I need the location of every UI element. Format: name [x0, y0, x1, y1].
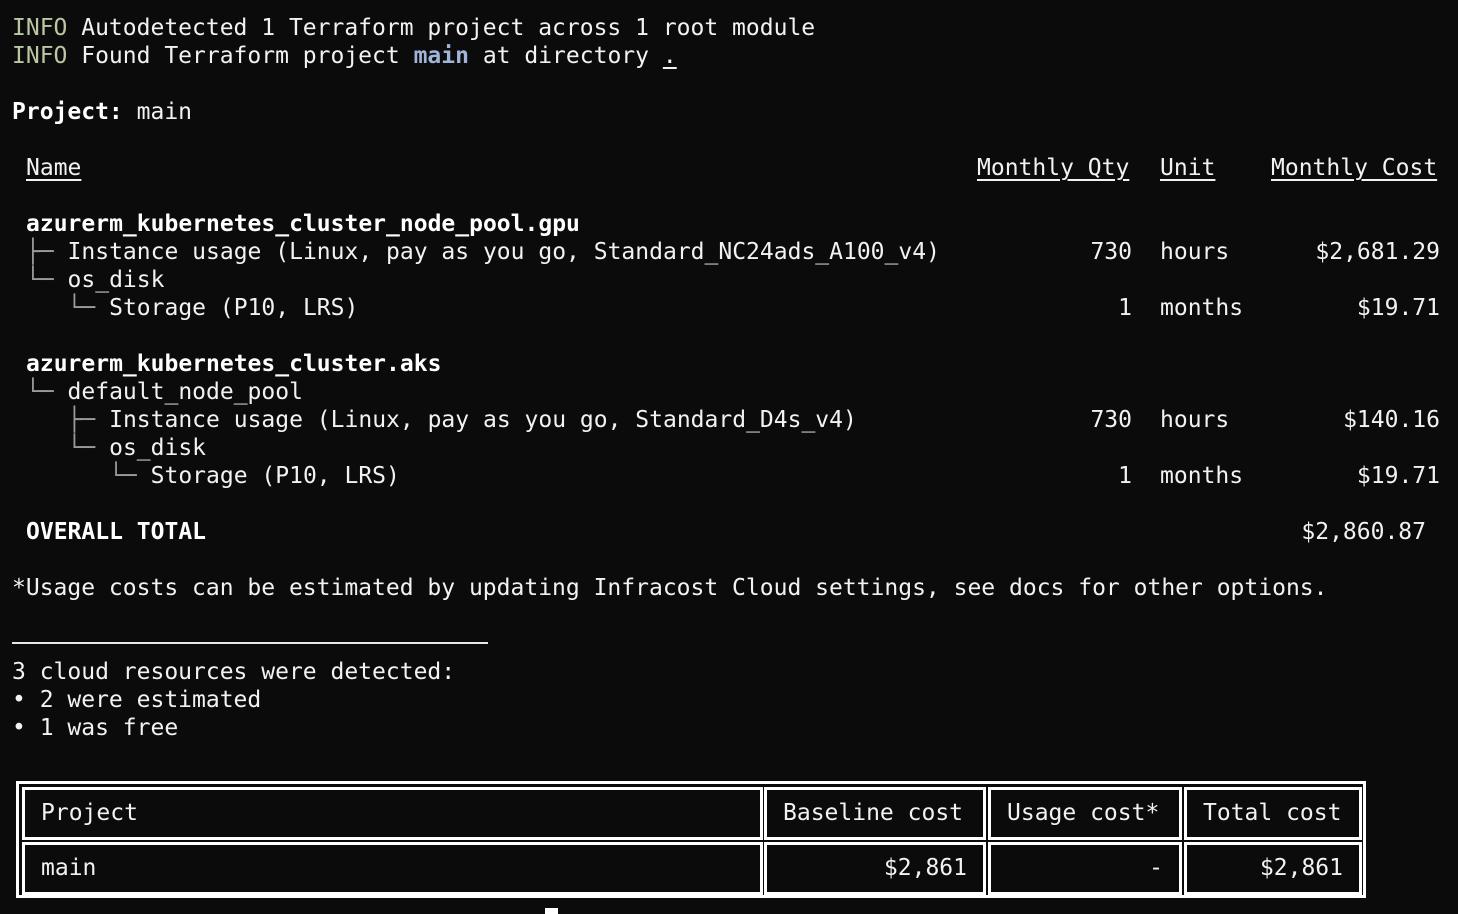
project-value: main	[122, 99, 193, 125]
summary-headline: 3 cloud resources were detected:	[12, 659, 456, 685]
row-label: default_node_pool	[67, 379, 303, 405]
row-unit: hours	[1160, 407, 1230, 433]
row-cost: $19.71	[1356, 295, 1440, 321]
log-message: Found Terraform project	[67, 43, 414, 69]
log-message: at directory	[468, 43, 663, 69]
log-line-found-project: INFO Found Terraform project main at dir…	[12, 42, 677, 70]
separator-line	[12, 642, 488, 644]
resource-name: azurerm_kubernetes_cluster.aks	[26, 351, 442, 377]
resource-row: ├─ Instance usage (Linux, pay as you go,…	[26, 238, 940, 266]
table-header-total: Total cost	[1184, 787, 1362, 840]
row-qty: 1	[1118, 463, 1132, 489]
resource-row: └─ Storage (P10, LRS)	[26, 294, 359, 322]
column-header-name: Name	[26, 155, 82, 181]
row-label: Instance usage (Linux, pay as you go, St…	[109, 407, 857, 433]
row-qty: 730	[1090, 407, 1132, 433]
table-cell-project: main	[22, 842, 763, 895]
row-unit: hours	[1160, 239, 1230, 265]
row-label: os_disk	[109, 435, 207, 461]
summary-item: • 2 were estimated	[12, 687, 262, 713]
tree-connector: ├─	[26, 407, 110, 433]
tree-connector: ├─	[26, 239, 68, 265]
log-line-autodetect: INFO Autodetected 1 Terraform project ac…	[12, 14, 815, 42]
terminal-cursor	[545, 908, 558, 914]
tree-connector: └─	[26, 463, 151, 489]
log-level: INFO	[12, 15, 68, 41]
summary-item: • 1 was free	[12, 715, 179, 741]
table-cell-baseline: $2,861	[764, 842, 986, 895]
table-cell-usage: -	[988, 842, 1182, 895]
row-cost: $2,681.29	[1315, 239, 1440, 265]
table-header-usage: Usage cost*	[988, 787, 1182, 840]
column-header-cost: Monthly Cost	[1271, 155, 1438, 181]
row-cost: $19.71	[1356, 463, 1440, 489]
resource-row: └─ os_disk	[26, 266, 164, 294]
resource-name: azurerm_kubernetes_cluster_node_pool.gpu	[26, 211, 580, 237]
usage-cost-note: *Usage costs can be estimated by updatin…	[12, 575, 1328, 601]
row-label: Instance usage (Linux, pay as you go, St…	[67, 239, 940, 265]
row-label: Storage (P10, LRS)	[109, 295, 359, 321]
project-header: Project: main	[12, 98, 192, 126]
row-qty: 1	[1118, 295, 1132, 321]
row-label: os_disk	[67, 267, 165, 293]
overall-total-label: OVERALL TOTAL	[26, 519, 207, 545]
resource-row: └─ os_disk	[26, 434, 207, 462]
table-header-baseline: Baseline cost	[764, 787, 986, 840]
log-level: INFO	[12, 43, 68, 69]
resource-row: └─ default_node_pool	[26, 378, 303, 406]
column-header-unit: Unit	[1160, 155, 1216, 181]
resource-row: └─ Storage (P10, LRS)	[26, 462, 400, 490]
resource-row: ├─ Instance usage (Linux, pay as you go,…	[26, 406, 857, 434]
table-header-project: Project	[22, 787, 763, 840]
project-label: Project:	[12, 99, 123, 125]
tree-connector: └─	[26, 295, 110, 321]
row-cost: $140.16	[1343, 407, 1440, 433]
tree-connector: └─	[26, 379, 68, 405]
tree-connector: └─	[26, 435, 110, 461]
row-unit: months	[1160, 463, 1244, 489]
tree-connector: └─	[26, 267, 68, 293]
directory-path: .	[662, 43, 677, 69]
column-header-qty: Monthly Qty	[977, 155, 1130, 181]
project-name-highlight: main	[413, 43, 469, 69]
table-cell-total: $2,861	[1184, 842, 1362, 895]
row-unit: months	[1160, 295, 1244, 321]
overall-total-value: $2,860.87	[1301, 519, 1426, 545]
row-label: Storage (P10, LRS)	[150, 463, 400, 489]
row-qty: 730	[1090, 239, 1132, 265]
log-message: Autodetected 1 Terraform project across …	[67, 15, 816, 41]
cost-summary-table: Project Baseline cost Usage cost* Total …	[16, 781, 1366, 898]
